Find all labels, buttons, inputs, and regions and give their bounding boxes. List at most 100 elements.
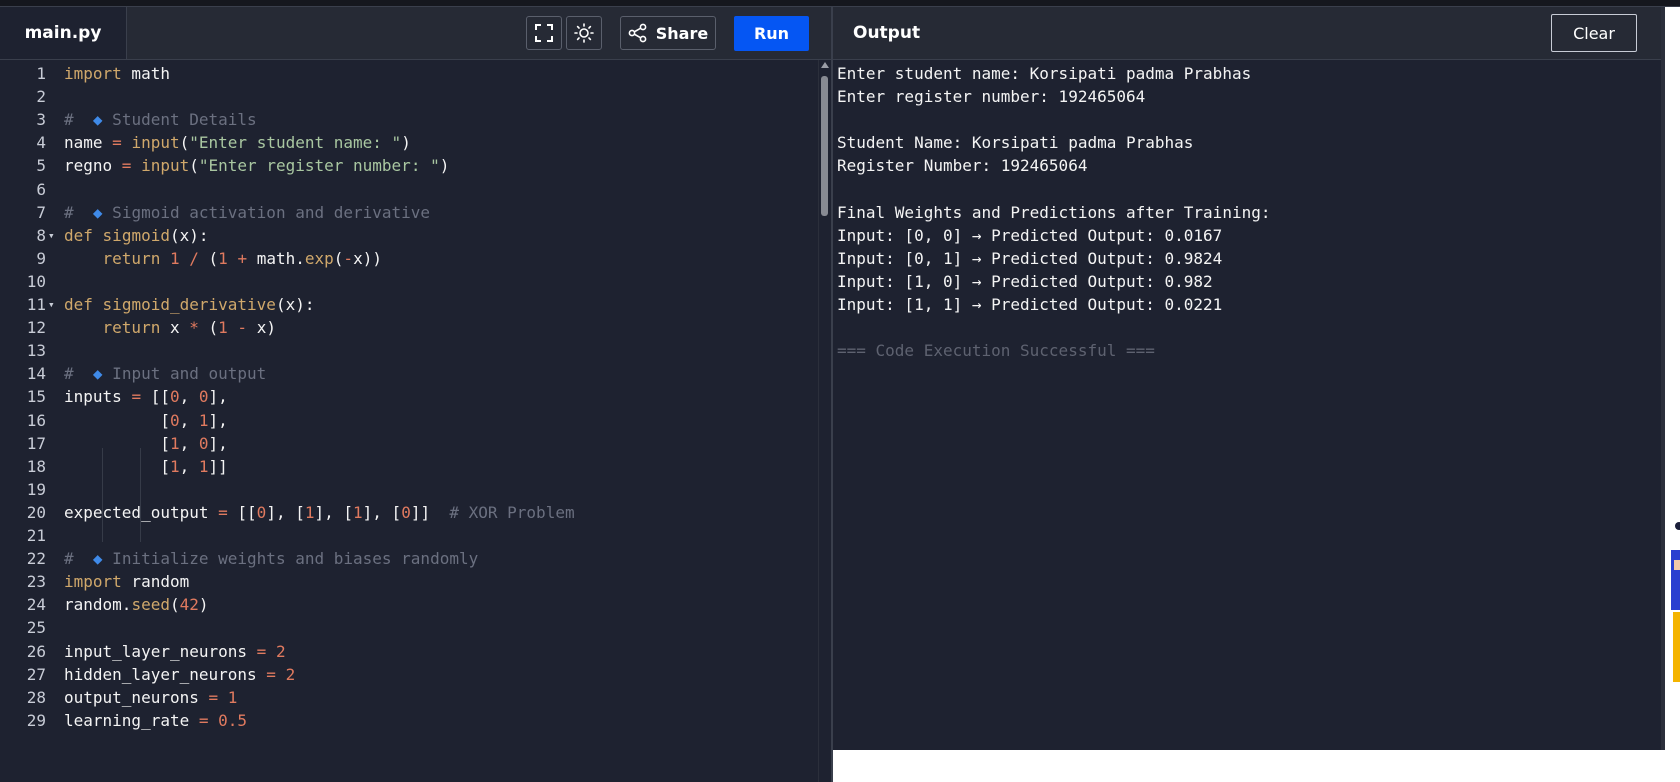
fullscreen-icon: [535, 24, 553, 42]
code-text: [1, 1]]: [64, 456, 228, 476]
output-console: Enter student name: Korsipati padma Prab…: [833, 60, 1661, 750]
line-number: 21: [26, 526, 46, 545]
code-line[interactable]: 27 hidden_layer_neurons = 2: [0, 662, 820, 687]
fold-toggle-icon[interactable]: ▾: [48, 292, 55, 317]
code-line[interactable]: 6: [0, 177, 820, 202]
output-line: Input: [1, 1] → Predicted Output: 0.0221: [837, 295, 1223, 314]
code-line[interactable]: 7 # ◆ Sigmoid activation and derivative: [0, 200, 820, 225]
code-line[interactable]: 28 output_neurons = 1: [0, 685, 820, 710]
line-number: 15: [26, 387, 46, 407]
code-text: def sigmoid_derivative(x):: [64, 295, 315, 314]
line-number: 22: [26, 549, 46, 569]
code-text: inputs = [[0, 0],: [64, 387, 228, 407]
code-line[interactable]: 2: [0, 84, 820, 109]
code-line[interactable]: 25: [0, 615, 820, 640]
share-button[interactable]: Share: [620, 16, 716, 50]
code-line[interactable]: 13: [0, 338, 820, 363]
code-text: random.seed(42): [64, 595, 209, 615]
code-text: return 1 / (1 + math.exp(-x)): [102, 248, 382, 268]
code-line[interactable]: 11 ▾ def sigmoid_derivative(x):: [0, 292, 820, 317]
code-text: return x * (1 - x): [102, 318, 276, 338]
code-line[interactable]: 17 [1, 0],: [0, 431, 820, 456]
code-line[interactable]: 22 # ◆ Initialize weights and biases rand…: [0, 546, 820, 571]
run-button[interactable]: Run: [734, 16, 809, 51]
line-number: 2: [36, 87, 46, 107]
code-text: [0, 1],: [64, 410, 228, 430]
line-number: 23: [26, 572, 46, 592]
line-number: 4: [36, 133, 46, 153]
code-text: input_layer_neurons = 2: [64, 641, 286, 661]
share-icon: [628, 23, 647, 43]
fold-toggle-icon[interactable]: ▾: [48, 223, 55, 248]
output-line: Student Name: Korsipati padma Prabhas: [837, 133, 1194, 153]
code-line[interactable]: 19: [0, 477, 820, 502]
code-line[interactable]: 26 input_layer_neurons = 2: [0, 639, 820, 664]
code-text: # ◆ Initialize weights and biases random…: [64, 549, 479, 569]
line-number: 16: [26, 410, 46, 430]
sun-icon: [574, 23, 594, 43]
code-line[interactable]: 29 learning_rate = 0.5: [0, 708, 820, 733]
line-number: 6: [36, 179, 46, 199]
output-line: Register Number: 192465064: [837, 156, 1088, 176]
line-number: 5: [36, 156, 46, 176]
output-header: Output Clear: [833, 7, 1663, 60]
line-number: 25: [26, 618, 46, 638]
line-number: 13: [26, 341, 46, 361]
code-text: import math: [64, 64, 170, 83]
code-line[interactable]: 15 inputs = [[0, 0],: [0, 384, 820, 409]
code-line[interactable]: 23 import random: [0, 569, 820, 594]
code-text: regno = input("Enter register number: "): [64, 156, 450, 176]
code-text: output_neurons = 1: [64, 687, 238, 707]
line-number: 27: [26, 664, 46, 684]
share-label: Share: [655, 23, 709, 43]
editor-scrollbar-thumb[interactable]: [821, 76, 828, 216]
code-text: # ◆ Student Details: [64, 110, 257, 130]
code-text: # ◆ Sigmoid activation and derivative: [64, 202, 431, 222]
code-line[interactable]: 4 name = input("Enter student name: "): [0, 130, 820, 155]
code-line[interactable]: 12 return x * (1 - x): [0, 315, 820, 340]
fullscreen-button[interactable]: [526, 16, 562, 50]
code-line[interactable]: 20 expected_output = [[0], [1], [1], [0]]…: [0, 500, 820, 525]
line-number: 8: [36, 225, 46, 245]
line-number: 28: [26, 687, 46, 707]
code-line[interactable]: 21: [0, 523, 820, 548]
code-text: hidden_layer_neurons = 2: [64, 664, 296, 684]
side-scrollbar[interactable]: [1661, 7, 1665, 750]
line-number: 19: [26, 479, 46, 499]
code-line[interactable]: 5 regno = input("Enter register number: "…: [0, 153, 820, 178]
code-line[interactable]: 1 import math: [0, 61, 820, 86]
line-number: 10: [26, 271, 46, 291]
scroll-up-icon[interactable]: [821, 62, 829, 68]
theme-toggle-button[interactable]: [566, 16, 602, 50]
code-line[interactable]: 18 [1, 1]]: [0, 454, 820, 479]
line-number: 14: [26, 364, 46, 384]
page-background-strip: [833, 750, 1680, 782]
code-text: name = input("Enter student name: "): [64, 133, 411, 153]
line-number: 29: [26, 710, 46, 730]
code-line[interactable]: 16 [0, 1],: [0, 408, 820, 433]
file-tab-main-py[interactable]: main.py: [0, 7, 127, 59]
line-number: 26: [26, 641, 46, 661]
output-line: Final Weights and Predictions after Trai…: [837, 202, 1271, 222]
code-line[interactable]: 10: [0, 269, 820, 294]
code-editor[interactable]: 1 import math 2 3 # ◆ Student Details 4 name =…: [0, 60, 820, 782]
code-text: import random: [64, 572, 190, 592]
line-number: 3: [36, 110, 46, 130]
code-line[interactable]: 8 ▾ def sigmoid(x):: [0, 223, 820, 248]
output-line: Input: [0, 1] → Predicted Output: 0.9824: [837, 248, 1223, 268]
clear-button[interactable]: Clear: [1551, 14, 1637, 52]
line-number: 11: [26, 295, 46, 314]
output-title: Output: [853, 23, 921, 43]
code-text: [1, 0],: [64, 433, 228, 453]
line-number: 17: [26, 433, 46, 453]
line-number: 18: [26, 456, 46, 476]
line-number: 20: [26, 502, 46, 522]
code-line[interactable]: 24 random.seed(42): [0, 592, 820, 617]
code-text: # ◆ Input and output: [64, 364, 267, 384]
code-text: learning_rate = 0.5: [64, 710, 248, 730]
code-text: expected_output = [[0], [1], [1], [0]] #…: [64, 502, 575, 522]
line-number: 1: [36, 64, 46, 83]
code-line[interactable]: 9 return 1 / (1 + math.exp(-x)): [0, 246, 820, 271]
code-line[interactable]: 14 # ◆ Input and output: [0, 361, 820, 386]
code-line[interactable]: 3 # ◆ Student Details: [0, 107, 820, 132]
